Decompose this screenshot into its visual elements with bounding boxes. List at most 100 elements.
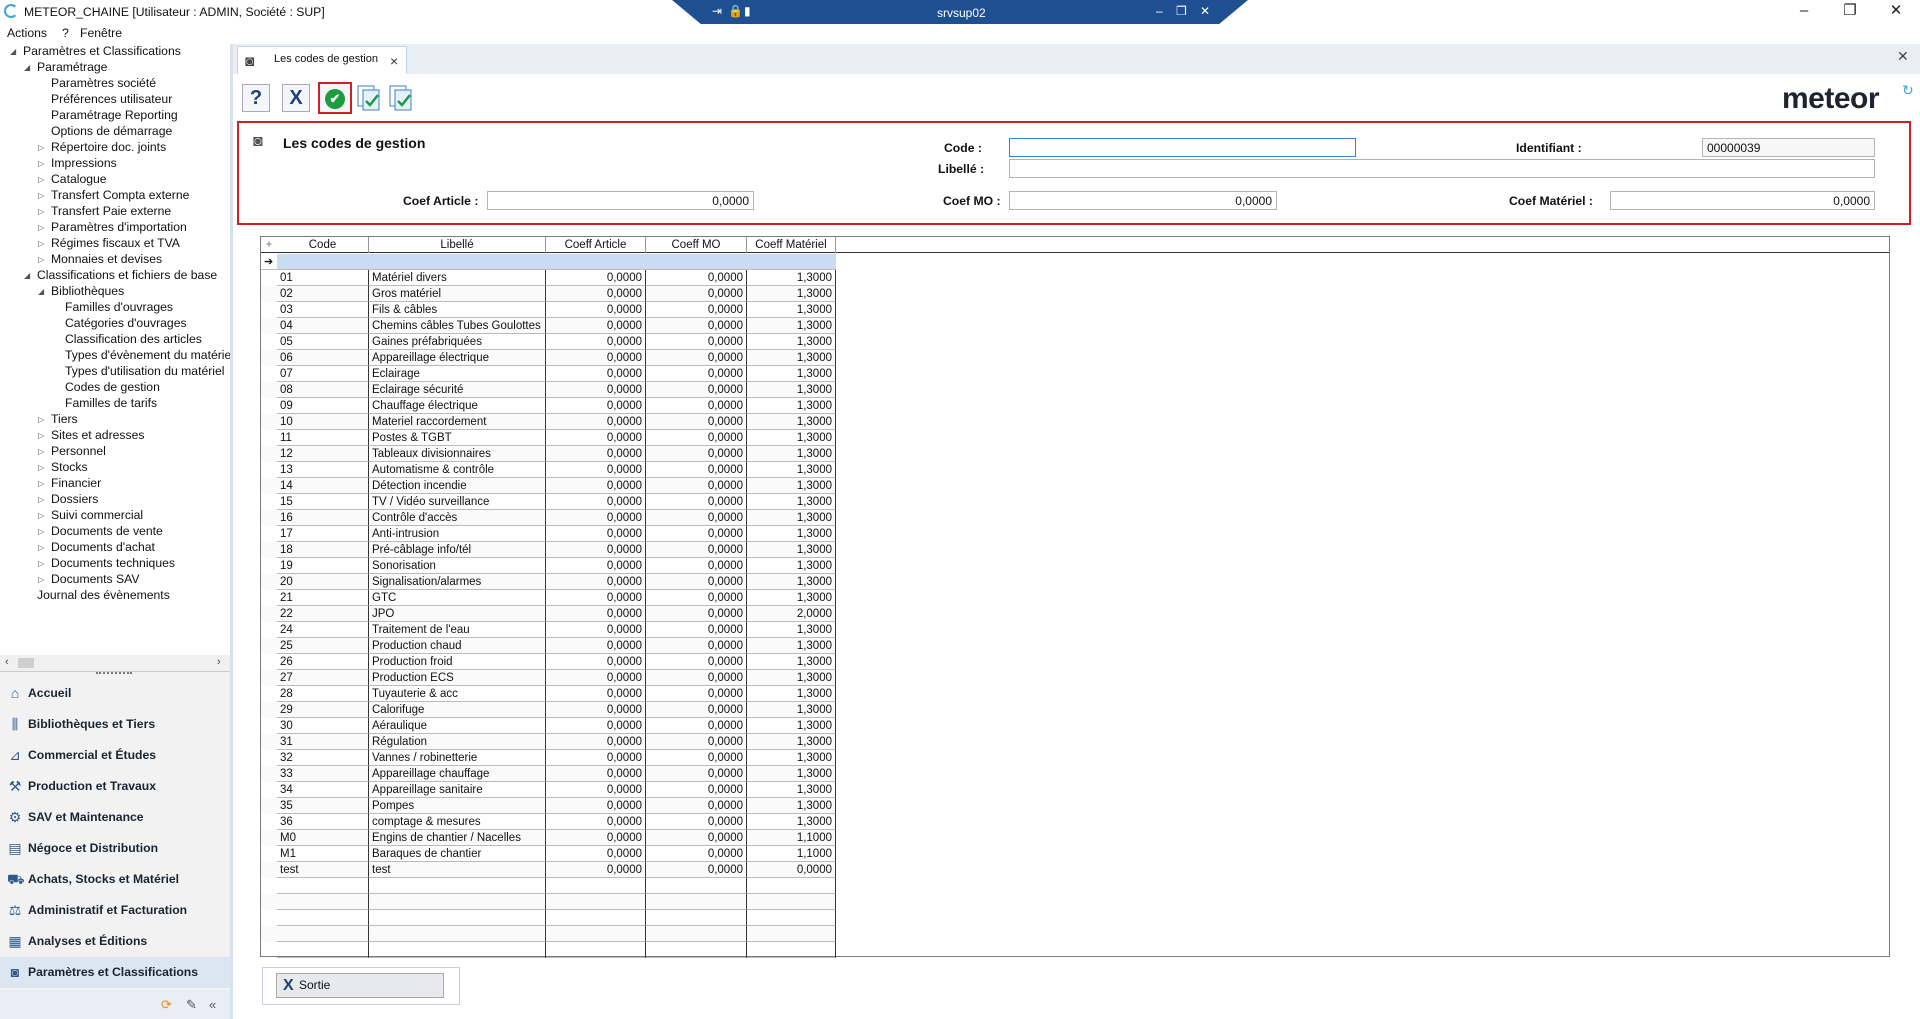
table-row[interactable]: 34 Appareillage sanitaire 0,0000 0,0000 1,30… — [261, 782, 836, 798]
expand-arrow-icon[interactable]: ▷ — [38, 447, 44, 456]
table-row[interactable]: 18 Pré-câblage info/tél 0,0000 0,0000 1,3000 — [261, 542, 836, 558]
cell-libelle[interactable]: Automatisme & contrôle — [369, 462, 546, 478]
cell-coeff-mo[interactable]: 0,0000 — [646, 686, 747, 702]
table-row[interactable]: 14 Détection incendie 0,0000 0,0000 1,3000 — [261, 478, 836, 494]
cell-code[interactable]: 26 — [277, 654, 369, 670]
cell-coeff-article[interactable]: 0,0000 — [546, 622, 646, 638]
restore-icon[interactable]: ❐ — [1827, 1, 1873, 21]
cell-coeff-materiel[interactable] — [747, 942, 836, 958]
cell-code[interactable]: 20 — [277, 574, 369, 590]
cell-coeff-materiel[interactable]: 1,3000 — [747, 766, 836, 782]
cell-coeff-article[interactable]: 0,0000 — [546, 286, 646, 302]
table-row[interactable]: 20 Signalisation/alarmes 0,0000 0,0000 1,300… — [261, 574, 836, 590]
cell-coeff-article[interactable]: 0,0000 — [546, 398, 646, 414]
cell-coeff-mo[interactable]: 0,0000 — [646, 286, 747, 302]
cell-coeff-mo[interactable]: 0,0000 — [646, 606, 747, 622]
expand-arrow-icon[interactable]: ▷ — [38, 575, 44, 584]
tree-item[interactable]: Familles d'ouvrages — [65, 300, 173, 314]
cell-libelle[interactable]: Eclairage — [369, 366, 546, 382]
tree-item[interactable]: Impressions — [51, 156, 117, 170]
cell-code[interactable]: 36 — [277, 814, 369, 830]
cell-code[interactable]: M1 — [277, 846, 369, 862]
add-row-icon[interactable]: + — [261, 237, 277, 253]
tree-item[interactable]: Classifications et fichiers de base — [37, 268, 217, 282]
cell-coeff-materiel[interactable]: 1,3000 — [747, 814, 836, 830]
table-row[interactable]: 13 Automatisme & contrôle 0,0000 0,0000 1,30… — [261, 462, 836, 478]
collapse-panel-icon[interactable]: « — [209, 997, 216, 1012]
cell-coeff-mo[interactable]: 0,0000 — [646, 638, 747, 654]
tree-item[interactable]: Financier — [51, 476, 101, 490]
tab-codes-de-gestion[interactable]: ◙ Les codes de gestion × — [237, 46, 407, 74]
cell-coeff-materiel[interactable]: 1,3000 — [747, 286, 836, 302]
empty-row[interactable] — [261, 894, 836, 910]
cell-coeff-article[interactable] — [546, 942, 646, 958]
cell-libelle[interactable]: Tuyauterie & acc — [369, 686, 546, 702]
expand-arrow-icon[interactable]: ▷ — [38, 207, 44, 216]
cell-coeff-article[interactable]: 0,0000 — [546, 414, 646, 430]
cell-coeff-article[interactable]: 0,0000 — [546, 798, 646, 814]
cell-coeff-article[interactable]: 0,0000 — [546, 734, 646, 750]
cell-libelle[interactable] — [369, 942, 546, 958]
cell-coeff-materiel[interactable] — [747, 926, 836, 942]
validate-close-icon[interactable] — [388, 84, 414, 112]
cell-coeff-mo[interactable]: 0,0000 — [646, 622, 747, 638]
empty-row[interactable] — [261, 878, 836, 894]
cell-libelle[interactable]: Chemins câbles Tubes Goulottes — [369, 318, 546, 334]
cell-coeff-mo[interactable]: 0,0000 — [646, 350, 747, 366]
cell-code[interactable]: 19 — [277, 558, 369, 574]
cell-code[interactable]: 08 — [277, 382, 369, 398]
cell-coeff-article[interactable] — [546, 926, 646, 942]
cell-coeff-mo[interactable]: 0,0000 — [646, 718, 747, 734]
new-row-cells[interactable] — [277, 254, 836, 270]
cell-coeff-mo[interactable] — [646, 894, 747, 910]
cell-coeff-materiel[interactable]: 1,3000 — [747, 334, 836, 350]
col-libelle[interactable]: Libellé — [369, 237, 546, 253]
cell-coeff-materiel[interactable] — [747, 878, 836, 894]
cell-coeff-mo[interactable]: 0,0000 — [646, 478, 747, 494]
nav-button[interactable]: ⌂ Accueil — [0, 678, 230, 709]
libelle-input[interactable] — [1009, 159, 1875, 178]
cell-code[interactable]: 01 — [277, 270, 369, 286]
table-row[interactable]: 15 TV / Vidéo surveillance 0,0000 0,0000 1,3… — [261, 494, 836, 510]
table-row[interactable]: 32 Vannes / robinetterie 0,0000 0,0000 1,300… — [261, 750, 836, 766]
close-icon[interactable]: ✕ — [1873, 1, 1919, 21]
cell-coeff-article[interactable]: 0,0000 — [546, 510, 646, 526]
cell-coeff-materiel[interactable]: 1,3000 — [747, 590, 836, 606]
expand-arrow-icon[interactable]: ▷ — [38, 431, 44, 440]
cell-code[interactable]: 33 — [277, 766, 369, 782]
tree-item[interactable]: Paramétrage Reporting — [51, 108, 178, 122]
cell-libelle[interactable] — [369, 926, 546, 942]
cell-coeff-article[interactable]: 0,0000 — [546, 318, 646, 334]
coef-mo-input[interactable]: 0,0000 — [1009, 191, 1277, 210]
cell-coeff-materiel[interactable]: 1,3000 — [747, 446, 836, 462]
expand-arrow-icon[interactable]: ▷ — [38, 223, 44, 232]
cell-coeff-article[interactable]: 0,0000 — [546, 558, 646, 574]
cell-coeff-mo[interactable]: 0,0000 — [646, 734, 747, 750]
validate-copy-icon[interactable] — [356, 84, 382, 112]
tree-item[interactable]: Dossiers — [51, 492, 98, 506]
cell-coeff-article[interactable]: 0,0000 — [546, 718, 646, 734]
table-row[interactable]: 07 Eclairage 0,0000 0,0000 1,3000 — [261, 366, 836, 382]
tree-item[interactable]: Journal des évènements — [37, 588, 170, 602]
cell-libelle[interactable]: Baraques de chantier — [369, 846, 546, 862]
cell-coeff-mo[interactable]: 0,0000 — [646, 270, 747, 286]
document-close-icon[interactable]: ✕ — [1897, 48, 1909, 65]
table-row[interactable]: 33 Appareillage chauffage 0,0000 0,0000 1,30… — [261, 766, 836, 782]
cell-coeff-mo[interactable]: 0,0000 — [646, 590, 747, 606]
tree-item[interactable]: Personnel — [51, 444, 106, 458]
tree-item[interactable]: Sites et adresses — [51, 428, 144, 442]
table-row[interactable]: 17 Anti-intrusion 0,0000 0,0000 1,3000 — [261, 526, 836, 542]
cell-libelle[interactable]: Appareillage électrique — [369, 350, 546, 366]
cell-libelle[interactable]: Sonorisation — [369, 558, 546, 574]
cell-libelle[interactable]: Materiel raccordement — [369, 414, 546, 430]
cell-coeff-materiel[interactable]: 1,3000 — [747, 686, 836, 702]
cell-code[interactable]: 21 — [277, 590, 369, 606]
tree-item[interactable]: Suivi commercial — [51, 508, 143, 522]
cell-libelle[interactable]: Pré-câblage info/tél — [369, 542, 546, 558]
tree-item[interactable]: Paramétrage — [37, 60, 107, 74]
col-coeff-article[interactable]: Coeff Article — [546, 237, 646, 253]
cell-coeff-materiel[interactable]: 1,1000 — [747, 846, 836, 862]
tab-close-icon[interactable]: × — [390, 53, 398, 69]
cell-libelle[interactable]: Appareillage chauffage — [369, 766, 546, 782]
table-row[interactable]: M0 Engins de chantier / Nacelles 0,0000 0,0… — [261, 830, 836, 846]
